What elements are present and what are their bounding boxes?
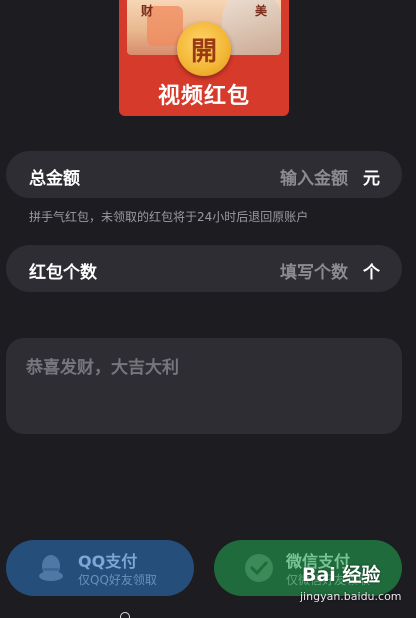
watermark-url: jingyan.baidu.com xyxy=(300,590,402,603)
qq-pay-subtitle: 仅QQ好友领取 xyxy=(78,573,157,587)
amount-input[interactable]: 输入金额 xyxy=(280,164,348,189)
wechat-pay-icon xyxy=(244,553,274,583)
red-packet-page: 财 美 開 视频红包 总金额 输入金额 元 拼手气红包，未领取的红包将于24小时… xyxy=(0,0,416,618)
count-row[interactable]: 红包个数 填写个数 个 xyxy=(6,245,402,292)
baidu-jingyan-watermark: Bai 经验 jingyan.baidu.com xyxy=(300,560,412,608)
count-input[interactable]: 填写个数 xyxy=(280,258,348,283)
greeting-textarea[interactable]: 恭喜发财，大吉大利 xyxy=(6,338,402,434)
red-envelope-cover[interactable]: 财 美 開 视频红包 xyxy=(119,0,289,116)
qq-penguin-icon xyxy=(36,553,66,583)
cover-char-left: 财 xyxy=(141,4,154,18)
amount-unit: 元 xyxy=(363,169,380,189)
qq-pay-title: QQ支付 xyxy=(78,552,138,571)
qq-pay-button[interactable]: QQ支付 仅QQ好友领取 xyxy=(6,540,194,596)
open-coin-icon: 開 xyxy=(177,22,231,76)
envelope-title: 视频红包 xyxy=(157,84,250,109)
lucky-packet-hint: 拼手气红包，未领取的红包将于24小时后退回原账户 xyxy=(29,210,309,224)
count-unit: 个 xyxy=(363,263,380,283)
open-char: 開 xyxy=(190,36,217,67)
amount-label: 总金额 xyxy=(29,169,80,189)
greeting-placeholder: 恭喜发财，大吉大利 xyxy=(26,358,179,378)
watermark-logo: Bai 经验 xyxy=(302,564,381,586)
count-label: 红包个数 xyxy=(29,263,97,283)
agreement-radio-icon xyxy=(120,612,130,618)
amount-row[interactable]: 总金额 输入金额 元 xyxy=(6,151,402,198)
cover-char-right: 美 xyxy=(254,4,267,18)
bottom-agreement-strip xyxy=(120,612,290,618)
